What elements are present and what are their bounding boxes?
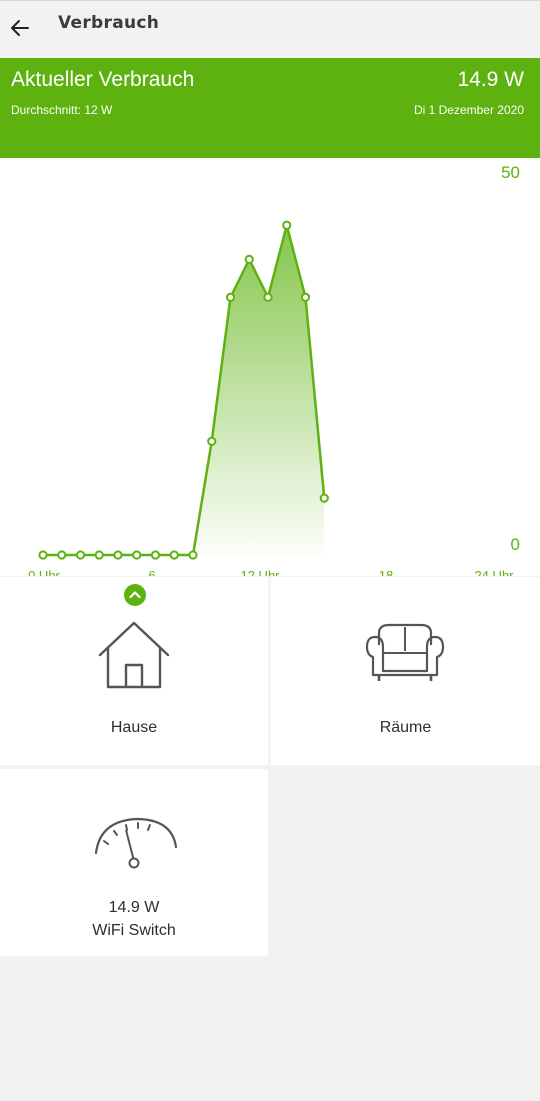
tile-wifi-switch[interactable]: 14.9 W WiFi Switch (0, 769, 268, 956)
tile-label-hause: Hause (110, 719, 158, 736)
consumption-banner: Aktueller Verbrauch 14.9 W Durchschnitt:… (0, 58, 540, 158)
x-tick-label: 6 (148, 568, 155, 576)
chart-point[interactable] (319, 493, 329, 503)
y-tick-label-max: 50 (501, 163, 520, 182)
chart-area-fill (43, 225, 325, 555)
consumption-chart[interactable]: 50 0 0 Uhr 6 12 Uhr 18 24 Uhr (0, 158, 540, 576)
chart-point[interactable] (244, 254, 254, 264)
chart-point[interactable] (207, 436, 217, 446)
app-bar: Verbrauch (0, 0, 540, 59)
x-tick-label: 24 Uhr (474, 568, 514, 576)
house-icon (98, 621, 170, 689)
chart-point[interactable] (75, 550, 86, 560)
tile-raeume[interactable]: Räume (271, 577, 540, 765)
banner-date: Di 1 Dezember 2020 (413, 103, 524, 117)
x-tick-label: 18 (379, 568, 393, 576)
chart-point[interactable] (38, 550, 48, 560)
gauge-icon (94, 817, 178, 869)
x-tick-label: 0 Uhr (28, 568, 60, 576)
y-tick-label-min: 0 (511, 535, 520, 554)
chart-point[interactable] (132, 550, 142, 560)
banner-title: Aktueller Verbrauch (11, 68, 195, 91)
chart-point[interactable] (282, 220, 292, 230)
chart-point[interactable] (57, 550, 67, 560)
chart-point[interactable] (263, 292, 273, 302)
current-consumption-value: 14.9 W (457, 68, 524, 91)
chart-point[interactable] (300, 292, 311, 302)
chevron-up-icon[interactable] (124, 584, 146, 606)
page-title: Verbrauch (58, 13, 160, 33)
tile-label-raeume: Räume (379, 719, 432, 736)
back-arrow-icon[interactable] (6, 13, 36, 43)
x-tick-label: 12 Uhr (240, 568, 280, 576)
tile-value-wifi-switch: 14.9 W (108, 899, 160, 916)
chart-svg: 50 0 0 Uhr 6 12 Uhr 18 24 Uhr (28, 163, 520, 576)
chart-point[interactable] (225, 292, 236, 302)
chart-point[interactable] (94, 550, 104, 560)
armchair-icon (365, 623, 445, 681)
average-consumption: Durchschnitt: 12 W (11, 103, 113, 117)
chart-point[interactable] (150, 550, 161, 560)
chart-point[interactable] (169, 550, 179, 560)
chart-point[interactable] (113, 550, 123, 560)
chart-point[interactable] (188, 550, 198, 560)
tile-label-wifi-switch: WiFi Switch (92, 922, 176, 939)
